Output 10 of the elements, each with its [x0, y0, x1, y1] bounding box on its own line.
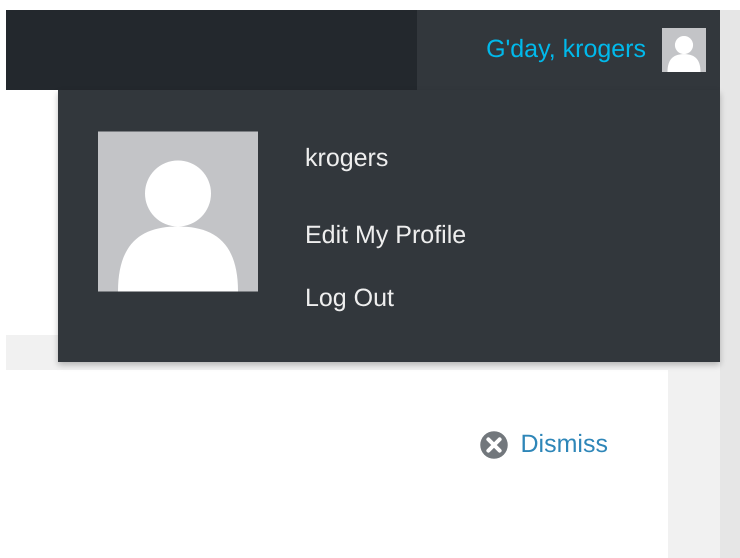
- avatar-icon: [662, 28, 706, 72]
- username-text: krogers: [305, 143, 390, 173]
- menu-link[interactable]: Log Out: [305, 283, 466, 313]
- profile-picture-icon: [98, 131, 258, 292]
- scrollbar[interactable]: [720, 10, 740, 558]
- greeting-text: G'day, krogers: [486, 34, 646, 66]
- dismiss-button[interactable]: Dismiss: [478, 426, 608, 464]
- account-menu-toggle[interactable]: G'day, krogers: [417, 10, 720, 90]
- menu-link[interactable]: Edit My Profile: [305, 220, 466, 250]
- close-icon: [478, 430, 508, 460]
